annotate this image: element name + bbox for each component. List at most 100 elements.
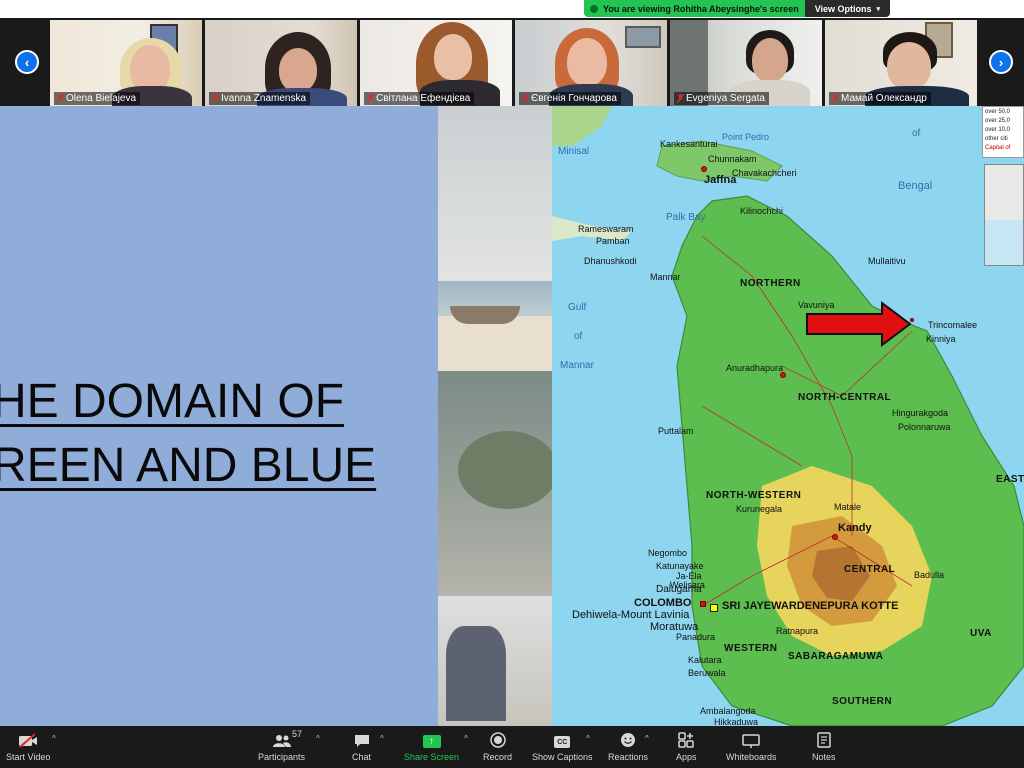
reactions-options-chevron-icon[interactable]: ^ bbox=[645, 734, 649, 743]
map-label: Mullaitivu bbox=[868, 256, 906, 266]
viewing-text: You are viewing Rohitha Abeysinghe's scr… bbox=[603, 3, 799, 14]
show-captions-button[interactable]: CC Show Captions bbox=[532, 730, 593, 762]
map-label: Kilinochchi bbox=[740, 206, 784, 216]
viewing-banner: You are viewing Rohitha Abeysinghe's scr… bbox=[584, 0, 891, 17]
participant-face bbox=[279, 48, 317, 92]
map-label: Chunnakam bbox=[708, 154, 757, 164]
next-page-button[interactable]: › bbox=[989, 50, 1013, 74]
meeting-toolbar: Start Video ^ Participants 57 ^ Chat ^ ↑… bbox=[0, 726, 1024, 768]
participant-tile[interactable]: Olena Bielajeva bbox=[50, 20, 202, 106]
city-marker-kandy bbox=[832, 534, 838, 540]
map-label: of bbox=[912, 128, 921, 139]
view-options-label: View Options bbox=[814, 3, 872, 14]
map-label: Gulf bbox=[568, 302, 587, 313]
map-label: Pamban bbox=[596, 236, 630, 246]
map-label: CENTRAL bbox=[844, 564, 896, 575]
participant-tile[interactable]: Світлана Ефендієва bbox=[360, 20, 512, 106]
apps-button[interactable]: Apps bbox=[676, 730, 697, 762]
participant-tile[interactable]: Evgeniya Sergata bbox=[670, 20, 822, 106]
map-label: Kankesanturai bbox=[660, 139, 718, 149]
chevron-right-icon: › bbox=[998, 54, 1004, 70]
notes-icon bbox=[817, 730, 831, 748]
map-inset bbox=[984, 164, 1024, 266]
whiteboard-icon bbox=[742, 730, 761, 748]
whiteboards-button[interactable]: Whiteboards bbox=[726, 730, 777, 762]
chat-options-chevron-icon[interactable]: ^ bbox=[380, 734, 384, 743]
photo-sand bbox=[438, 316, 552, 376]
city-marker-colombo bbox=[700, 601, 706, 607]
slide-title-line-2: REEN AND BLUE bbox=[0, 439, 377, 492]
map-label: Dalugama bbox=[656, 584, 702, 595]
map-label: Kinniya bbox=[926, 334, 956, 344]
inset-land bbox=[985, 165, 1023, 220]
share-screen-icon-wrap: ↑ bbox=[422, 730, 441, 748]
slide-photo-collage bbox=[438, 106, 552, 726]
muted-mic-icon bbox=[57, 94, 64, 103]
share-options-chevron-icon[interactable]: ^ bbox=[464, 734, 468, 743]
map-label: SRI JAYEWARDENEPURA KOTTE bbox=[722, 600, 899, 612]
chat-label: Chat bbox=[352, 752, 372, 762]
map-label: Ratnapura bbox=[776, 626, 819, 636]
slide-title-line-1: HE DOMAIN OF bbox=[0, 375, 345, 428]
prev-page-button[interactable]: ‹ bbox=[15, 50, 39, 74]
map-label: Palk Bay bbox=[666, 212, 706, 223]
map-label: Rameswaram bbox=[578, 224, 634, 234]
participant-name: Євгенія Гончарова bbox=[519, 92, 621, 105]
wall-picture bbox=[625, 26, 661, 48]
map-label: Dehiwela-Mount Lavinia bbox=[572, 609, 690, 621]
apps-label: Apps bbox=[676, 752, 697, 762]
map-label: WESTERN bbox=[724, 643, 778, 654]
slide-panel: HE DOMAIN OF REEN AND BLUE bbox=[0, 106, 438, 726]
map-label: NORTH-WESTERN bbox=[706, 490, 802, 501]
participant-face bbox=[567, 38, 607, 86]
legend-item: other citi bbox=[985, 136, 1008, 142]
muted-mic-icon bbox=[367, 94, 374, 103]
participant-tile[interactable]: Мамай Олександр bbox=[825, 20, 977, 106]
share-screen-button[interactable]: ↑ Share Screen bbox=[404, 730, 459, 762]
video-options-chevron-icon[interactable]: ^ bbox=[52, 734, 56, 743]
chat-icon bbox=[354, 730, 370, 748]
share-screen-label: Share Screen bbox=[404, 752, 460, 762]
participant-face bbox=[887, 42, 931, 90]
map-label: Kalutara bbox=[688, 655, 722, 665]
map-label: Negombo bbox=[648, 548, 688, 558]
view-options-button[interactable]: View Options ▾ bbox=[804, 0, 891, 17]
map-label: Panadura bbox=[676, 632, 716, 642]
start-video-button[interactable]: Start Video bbox=[6, 730, 50, 762]
participants-options-chevron-icon[interactable]: ^ bbox=[316, 734, 320, 743]
map-label: COLOMBO bbox=[634, 597, 692, 609]
legend-item: over 10,0 bbox=[985, 127, 1011, 133]
whiteboards-label: Whiteboards bbox=[726, 752, 777, 762]
map-label: Matale bbox=[834, 502, 862, 512]
map-label: Beruwala bbox=[688, 668, 726, 678]
map-label: of bbox=[574, 331, 583, 342]
map-label: SOUTHERN bbox=[832, 696, 893, 707]
muted-mic-icon bbox=[522, 94, 529, 103]
map-label: Mannar bbox=[650, 272, 681, 282]
chat-button[interactable]: Chat bbox=[352, 730, 371, 762]
participant-strip: ‹ Olena Bielajeva Ivanna Znamenska Світл… bbox=[0, 18, 1024, 106]
participant-name: Ivanna Znamenska bbox=[209, 92, 311, 105]
record-button[interactable]: Record bbox=[483, 730, 512, 762]
photo-people bbox=[446, 626, 506, 721]
capital-marker-kotte bbox=[710, 604, 718, 612]
notes-button[interactable]: Notes bbox=[812, 730, 836, 762]
map-label: Hikkaduwa bbox=[714, 717, 759, 726]
video-off-icon bbox=[18, 730, 38, 748]
participant-tile[interactable]: Ivanna Znamenska bbox=[205, 20, 357, 106]
map-label: Badulla bbox=[914, 570, 945, 580]
map-label: Dhanushkodi bbox=[584, 256, 637, 266]
participants-count: 57 bbox=[292, 729, 303, 739]
muted-mic-icon bbox=[212, 94, 219, 103]
reactions-button[interactable]: Reactions bbox=[608, 730, 648, 762]
map-label: NORTHERN bbox=[740, 278, 801, 289]
shared-screen: HE DOMAIN OF REEN AND BLUE over 50,0 ove… bbox=[0, 106, 1024, 726]
map-label: Chavakachcheri bbox=[732, 168, 797, 178]
participant-tile[interactable]: Євгенія Гончарова bbox=[515, 20, 667, 106]
map-label: Bengal bbox=[898, 180, 933, 192]
map-label: Kandy bbox=[838, 522, 872, 534]
map-label: Hingurakgoda bbox=[892, 408, 949, 418]
record-icon bbox=[489, 730, 506, 748]
captions-options-chevron-icon[interactable]: ^ bbox=[586, 734, 590, 743]
record-label: Record bbox=[483, 752, 513, 762]
